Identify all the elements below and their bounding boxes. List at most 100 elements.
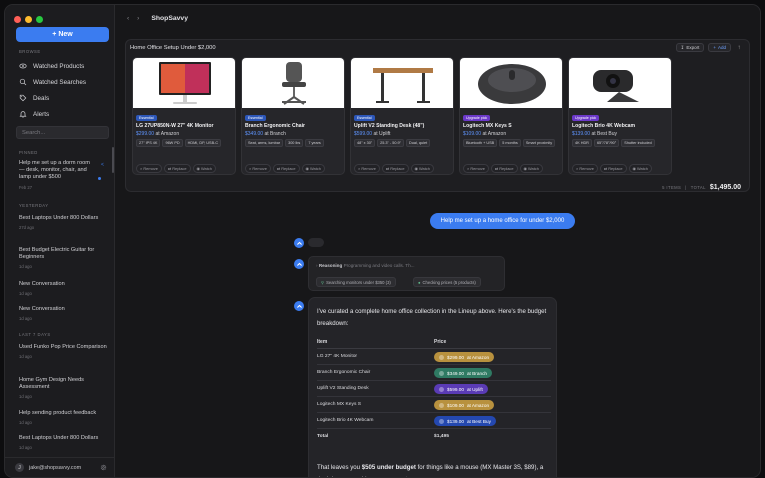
replace-button[interactable]: ⇄ Replace — [381, 164, 409, 173]
add-button[interactable]: + Add — [708, 43, 731, 52]
sidebar-item-watched-products[interactable]: Watched Products — [16, 59, 109, 73]
price-value: $349.00 — [447, 370, 464, 376]
conversation-search-input[interactable] — [16, 126, 109, 139]
close-icon: × — [467, 166, 470, 171]
watch-button[interactable]: ◉ Watch — [301, 164, 325, 173]
row-price: $349.00 at Branch — [434, 368, 493, 378]
lineup-title: Home Office Setup Under $2,000 — [130, 45, 216, 51]
conversation-title: Best Budget Electric Guitar for Beginner… — [19, 247, 95, 261]
product-price: $109.00 at Amazon — [463, 131, 506, 137]
assistant-logo-icon — [296, 304, 302, 308]
replace-button[interactable]: ⇄ Replace — [272, 164, 300, 173]
store-price-badge[interactable]: $139.00 at Best Buy — [434, 416, 496, 426]
product-card[interactable]: Essential LG 27UP850N-W 27" 4K Monitor $… — [132, 57, 236, 175]
store-logo-icon — [439, 354, 444, 360]
price-value: $139.00 — [572, 131, 591, 137]
forward-chevron-icon[interactable]: › — [137, 15, 139, 22]
conversation-item[interactable]: Used Funko Pop Price Comparison 1d ago — [19, 344, 109, 360]
account-email: jake@shopsavvy.com — [29, 464, 82, 471]
account-bar[interactable]: J jake@shopsavvy.com — [5, 457, 115, 477]
reasoning-text: Programming and video calls. Th... — [343, 263, 415, 268]
remove-button[interactable]: × Remove — [572, 164, 598, 173]
remove-button[interactable]: × Remove — [136, 164, 162, 173]
card-actions: × Remove ⇄ Replace ◉ Watch — [572, 164, 652, 173]
conversation-title: Home Gym Design Needs Assessment — [19, 377, 84, 391]
product-name: LG 27UP850N-W 27" 4K Monitor — [136, 123, 214, 129]
pinned-section-label: PINNED — [19, 150, 38, 155]
sidebar-item-alerts[interactable]: Alerts — [16, 107, 109, 121]
total-item: Total — [317, 434, 329, 439]
conversation-item[interactable]: Help sending product feedback 1d ago — [19, 410, 109, 426]
button-label: Remove — [143, 166, 158, 171]
store-price-badge[interactable]: $599.00 at Uplift — [434, 384, 488, 394]
eye-icon: ◉ — [196, 166, 200, 171]
conversation-title: New Conversation — [19, 306, 65, 312]
pinned-conversation[interactable]: Help me set up a dorm room — desk, monit… — [19, 160, 97, 191]
conversation-item[interactable]: Home Gym Design Needs Assessment 1d ago — [19, 377, 109, 401]
conversation-date: 1d ago — [19, 291, 32, 297]
spec-chip: HDMI, DP, USB-C — [184, 139, 222, 147]
store-name: at Best Buy — [591, 131, 618, 137]
reasoning-panel[interactable]: › Reasoning Programming and video calls.… — [308, 256, 505, 291]
search-chip: ⚲ Searching monitors under $350 (3) — [316, 277, 396, 287]
conversation-item[interactable]: Best Laptops Under 800 Dollars 27d ago — [19, 215, 109, 231]
watch-button[interactable]: ◉ Watch — [628, 164, 652, 173]
store-price-badge[interactable]: $109.00 at Amazon — [434, 400, 495, 410]
back-chevron-icon[interactable]: ‹ — [127, 15, 129, 22]
product-card[interactable]: Upgrade pick Logitech Brio 4K Webcam $13… — [568, 57, 672, 175]
remove-button[interactable]: × Remove — [354, 164, 380, 173]
remove-button[interactable]: × Remove — [245, 164, 271, 173]
watch-button[interactable]: ◉ Watch — [519, 164, 543, 173]
row-item: Branch Ergonomic Chair — [317, 370, 371, 375]
product-name: Branch Ergonomic Chair — [245, 123, 306, 129]
store-name: at Amazon — [466, 402, 490, 408]
export-button[interactable]: ↧ Export — [675, 43, 705, 52]
sidebar-item-deals[interactable]: Deals — [16, 91, 109, 105]
conversation-item[interactable]: Best Laptops Under 800 Dollars 1d ago — [19, 435, 109, 451]
replace-button[interactable]: ⇄ Replace — [490, 164, 518, 173]
conversation-title: Used Funko Pop Price Comparison — [19, 344, 107, 350]
price-value: $349.00 — [245, 131, 264, 137]
replace-button[interactable]: ⇄ Replace — [599, 164, 627, 173]
divider: | — [685, 185, 687, 190]
swap-icon: ⇄ — [167, 166, 172, 171]
swap-icon: ⇄ — [385, 166, 390, 171]
store-name: at Amazon — [466, 354, 490, 360]
new-conversation-button[interactable]: + New — [16, 27, 109, 42]
store-price-badge[interactable]: $299.00 at Amazon — [434, 352, 495, 362]
price-value: $139.00 — [447, 418, 464, 424]
watch-button[interactable]: ◉ Watch — [410, 164, 434, 173]
maximize-window-button[interactable] — [36, 16, 43, 23]
remove-button[interactable]: × Remove — [463, 164, 489, 173]
app-title: ShopSavvy — [151, 14, 188, 22]
store-logo-icon — [439, 418, 444, 424]
eye-icon: ◉ — [523, 166, 527, 171]
spec-chip: 48" x 30" — [354, 139, 376, 147]
replace-button[interactable]: ⇄ Replace — [163, 164, 191, 173]
sidebar: + New BROWSE Watched Products Watched Se… — [5, 5, 115, 477]
sidebar-item-watched-searches[interactable]: Watched Searches — [16, 75, 109, 89]
table-row: Uplift V2 Standing Desk $599.00 at Uplift — [317, 381, 551, 397]
close-window-button[interactable] — [14, 16, 21, 23]
store-price-badge[interactable]: $349.00 at Branch — [434, 368, 493, 378]
conversation-date: Feb 27 — [19, 184, 33, 190]
assistant-logo-icon — [296, 241, 302, 245]
minimize-window-button[interactable] — [25, 16, 32, 23]
product-card[interactable]: Upgrade pick Logitech MX Keys S $109.00 … — [459, 57, 563, 175]
collapse-arrow-icon[interactable]: ↑ — [735, 45, 743, 51]
gear-icon[interactable] — [100, 464, 107, 471]
sidebar-scrollbar[interactable] — [112, 147, 114, 173]
product-card[interactable]: Essential Uplift V2 Standing Desk (48") … — [350, 57, 454, 175]
product-card[interactable]: Essential Branch Ergonomic Chair $349.00… — [241, 57, 345, 175]
watch-button[interactable]: ◉ Watch — [192, 164, 216, 173]
conversation-item[interactable]: New Conversation 1d ago — [19, 281, 109, 297]
product-price: $299.00 at Amazon — [136, 131, 179, 137]
conversation-item[interactable]: New Conversation 1d ago — [19, 306, 109, 322]
conversation-title: New Conversation — [19, 281, 65, 287]
share-icon[interactable]: < — [101, 162, 112, 168]
row-item: Uplift V2 Standing Desk — [317, 386, 369, 391]
answer-intro: I've curated a complete home office coll… — [317, 308, 547, 327]
spec-chip: Dual, quiet — [406, 139, 431, 147]
button-label: Watch — [637, 166, 648, 171]
conversation-item[interactable]: Best Budget Electric Guitar for Beginner… — [19, 247, 109, 271]
